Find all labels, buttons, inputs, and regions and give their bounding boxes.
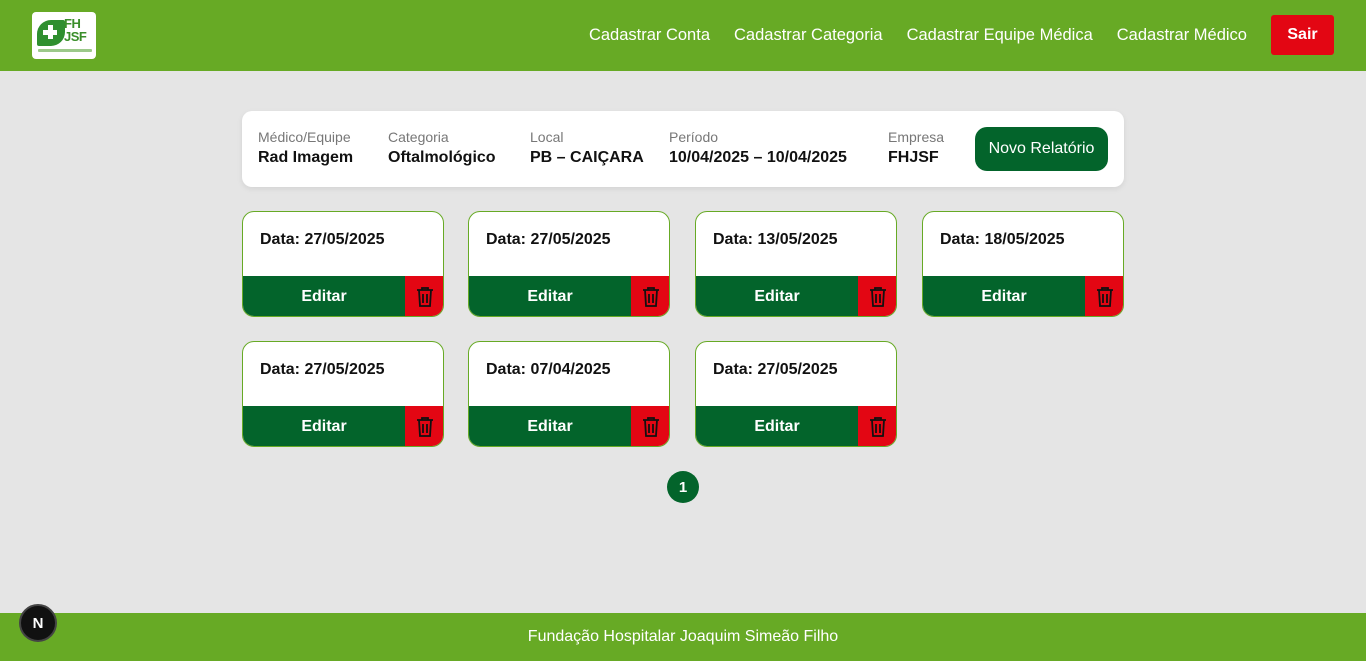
nav-cadastrar-categoria[interactable]: Cadastrar Categoria bbox=[734, 26, 883, 45]
report-card: Data: 27/05/2025 Editar bbox=[242, 341, 444, 447]
report-date: Data: 18/05/2025 bbox=[940, 231, 1065, 248]
info-value: Oftalmológico bbox=[388, 149, 496, 166]
info-label: Categoria bbox=[388, 129, 449, 145]
edit-button[interactable]: Editar bbox=[923, 276, 1085, 316]
info-value: 10/04/2025 – 10/04/2025 bbox=[669, 149, 847, 166]
trash-icon bbox=[417, 286, 433, 307]
info-empresa: Empresa FHJSF bbox=[888, 129, 944, 167]
trash-icon bbox=[643, 286, 659, 307]
main-nav: Cadastrar Conta Cadastrar Categoria Cada… bbox=[565, 0, 1247, 71]
trash-icon bbox=[870, 286, 886, 307]
edit-button[interactable]: Editar bbox=[469, 406, 631, 446]
report-date: Data: 27/05/2025 bbox=[260, 361, 385, 378]
delete-button[interactable] bbox=[405, 406, 443, 446]
new-report-button[interactable]: Novo Relatório bbox=[975, 127, 1108, 171]
card-actions: Editar bbox=[243, 406, 443, 446]
pagination-page-1[interactable]: 1 bbox=[667, 471, 699, 503]
delete-button[interactable] bbox=[858, 406, 896, 446]
report-card: Data: 18/05/2025 Editar bbox=[922, 211, 1124, 317]
footer: Fundação Hospitalar Joaquim Simeão Filho bbox=[0, 613, 1366, 661]
nav-cadastrar-medico[interactable]: Cadastrar Médico bbox=[1117, 26, 1247, 45]
logout-button[interactable]: Sair bbox=[1271, 15, 1334, 55]
report-card: Data: 27/05/2025 Editar bbox=[468, 211, 670, 317]
info-local: Local PB – CAIÇARA bbox=[530, 129, 644, 167]
delete-button[interactable] bbox=[405, 276, 443, 316]
edit-button[interactable]: Editar bbox=[696, 276, 858, 316]
info-label: Local bbox=[530, 129, 564, 145]
edit-button[interactable]: Editar bbox=[469, 276, 631, 316]
report-card: Data: 13/05/2025 Editar bbox=[695, 211, 897, 317]
info-value: Rad Imagem bbox=[258, 149, 354, 166]
info-label: Empresa bbox=[888, 129, 945, 145]
nextjs-dev-indicator[interactable]: N bbox=[19, 604, 57, 642]
report-card: Data: 07/04/2025 Editar bbox=[468, 341, 670, 447]
trash-icon bbox=[870, 416, 886, 437]
report-date: Data: 13/05/2025 bbox=[713, 231, 838, 248]
delete-button[interactable] bbox=[631, 276, 669, 316]
report-date: Data: 27/05/2025 bbox=[486, 231, 611, 248]
delete-button[interactable] bbox=[631, 406, 669, 446]
delete-button[interactable] bbox=[858, 276, 896, 316]
nav-cadastrar-conta[interactable]: Cadastrar Conta bbox=[589, 26, 710, 45]
info-label: Médico/Equipe bbox=[258, 129, 351, 145]
report-card: Data: 27/05/2025 Editar bbox=[242, 211, 444, 317]
edit-button[interactable]: Editar bbox=[243, 276, 405, 316]
report-card: Data: 27/05/2025 Editar bbox=[695, 341, 897, 447]
card-actions: Editar bbox=[469, 276, 669, 316]
edit-button[interactable]: Editar bbox=[243, 406, 405, 446]
info-value: FHJSF bbox=[888, 149, 939, 166]
top-navbar: FH JSF Cadastrar Conta Cadastrar Categor… bbox=[0, 0, 1366, 71]
report-filter-summary: Médico/Equipe Rad Imagem Categoria Oftal… bbox=[242, 111, 1124, 187]
card-actions: Editar bbox=[243, 276, 443, 316]
info-value: PB – CAIÇARA bbox=[530, 149, 644, 166]
report-date: Data: 07/04/2025 bbox=[486, 361, 611, 378]
card-actions: Editar bbox=[923, 276, 1123, 316]
logo-text: FH JSF bbox=[64, 15, 87, 44]
report-date: Data: 27/05/2025 bbox=[713, 361, 838, 378]
fhjsf-logo[interactable]: FH JSF bbox=[32, 12, 96, 59]
info-label: Período bbox=[669, 129, 719, 145]
logo-subtitle-strip bbox=[38, 48, 92, 52]
info-medico-equipe: Médico/Equipe Rad Imagem bbox=[258, 129, 353, 167]
delete-button[interactable] bbox=[1085, 276, 1123, 316]
nav-cadastrar-equipe-medica[interactable]: Cadastrar Equipe Médica bbox=[907, 26, 1093, 45]
info-periodo: Período 10/04/2025 – 10/04/2025 bbox=[669, 129, 847, 167]
card-actions: Editar bbox=[696, 276, 896, 316]
trash-icon bbox=[1097, 286, 1113, 307]
card-actions: Editar bbox=[469, 406, 669, 446]
trash-icon bbox=[417, 416, 433, 437]
trash-icon bbox=[643, 416, 659, 437]
edit-button[interactable]: Editar bbox=[696, 406, 858, 446]
footer-text: Fundação Hospitalar Joaquim Simeão Filho bbox=[527, 628, 839, 645]
report-date: Data: 27/05/2025 bbox=[260, 231, 385, 248]
info-categoria: Categoria Oftalmológico bbox=[388, 129, 496, 167]
logo-mark: FH JSF bbox=[35, 16, 93, 56]
card-actions: Editar bbox=[696, 406, 896, 446]
